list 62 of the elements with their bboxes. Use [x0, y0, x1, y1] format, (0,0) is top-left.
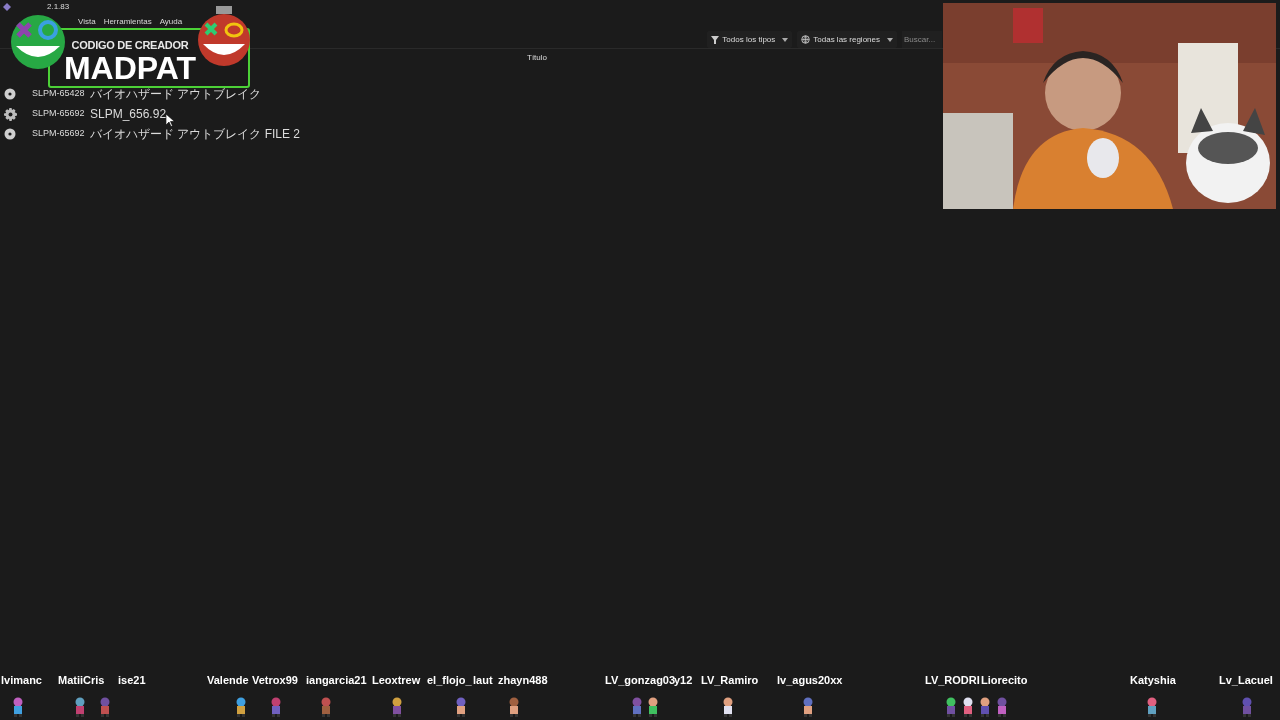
chatter-name: LV_RODRI: [924, 673, 981, 687]
character-icon: [944, 697, 958, 717]
character-icon: [234, 697, 248, 717]
chatter-name: y12: [674, 673, 694, 687]
chatter-name: lvimanc: [0, 673, 43, 687]
search-field[interactable]: Buscar...: [902, 31, 942, 48]
character-icon: [801, 697, 815, 717]
chatter-name: Valende: [206, 673, 250, 687]
disc-icon: [4, 128, 16, 140]
chatter-name: el_flojo_: [426, 673, 473, 687]
character-icon: [978, 697, 992, 717]
chatter-name: Vetrox99: [251, 673, 299, 687]
menu-item[interactable]: Vista: [78, 16, 96, 28]
mascot-ball-drawing: [196, 6, 252, 68]
character-icon: [995, 697, 1009, 717]
character-icon: [319, 697, 333, 717]
menu-item[interactable]: Ayuda: [159, 16, 183, 28]
serial-cell-text: SLPM-65428: [32, 87, 86, 101]
serial-cell-text: SLPM-65692: [32, 127, 86, 141]
character-icon: [646, 697, 660, 717]
character-icon: [390, 697, 404, 717]
character-icon: [11, 697, 25, 717]
character-icon: [721, 697, 735, 717]
chatter-name: Lv_LacueI: [1218, 673, 1274, 687]
caret-icon: [887, 37, 893, 42]
region-filter-dropdown[interactable]: Todas las regiones: [797, 31, 897, 48]
title-cell: バイオハザード アウトブレイク: [90, 87, 262, 101]
serial-cell-text: SLPM-65692: [32, 107, 86, 121]
type-filter-dropdown[interactable]: Todos los tipos: [707, 31, 793, 48]
character-icon: [1240, 697, 1254, 717]
chatter-name: Liorecito: [980, 673, 1029, 687]
chatter-name: Katyshia: [1129, 673, 1177, 687]
chatter-name: zhayn488: [497, 673, 549, 687]
title-cell: SLPM_656.92: [90, 107, 167, 121]
filter-icon: [711, 35, 720, 44]
character-icon: [507, 697, 521, 717]
character-icon: [1145, 697, 1159, 717]
gear-icon: [4, 107, 17, 121]
banner-title: MADPAT: [63, 51, 197, 84]
menu-item[interactable]: Herramientas: [103, 16, 152, 28]
character-icon: [73, 697, 87, 717]
chatter-name: MatiiCris: [57, 673, 106, 687]
disc-icon: [4, 88, 16, 100]
chatter-name: laut: [472, 673, 494, 687]
title-cell: バイオハザード アウトブレイク FILE 2: [90, 127, 301, 141]
chatter-name: Leoxtrew: [371, 673, 422, 687]
character-icon: [961, 697, 975, 717]
chatter-name: iangarcia21: [305, 673, 368, 687]
cursor-icon: [166, 114, 175, 127]
globe-icon: [801, 35, 811, 44]
character-icon: [630, 697, 644, 717]
app-icon: [3, 3, 11, 11]
character-icon: [269, 697, 283, 717]
column-header[interactable]: Título: [527, 53, 547, 62]
banner-label: CODIGO DE CREADOR: [71, 38, 189, 52]
character-icon: [454, 697, 468, 717]
chatter-name: lv_agus20xx: [776, 673, 844, 687]
chatter-name: LV_Ramiro: [700, 673, 760, 687]
character-icon: [98, 697, 112, 717]
chatter-name: ise21: [117, 673, 147, 687]
window-title: 2.1.83: [47, 1, 70, 13]
caret-icon: [782, 37, 789, 42]
